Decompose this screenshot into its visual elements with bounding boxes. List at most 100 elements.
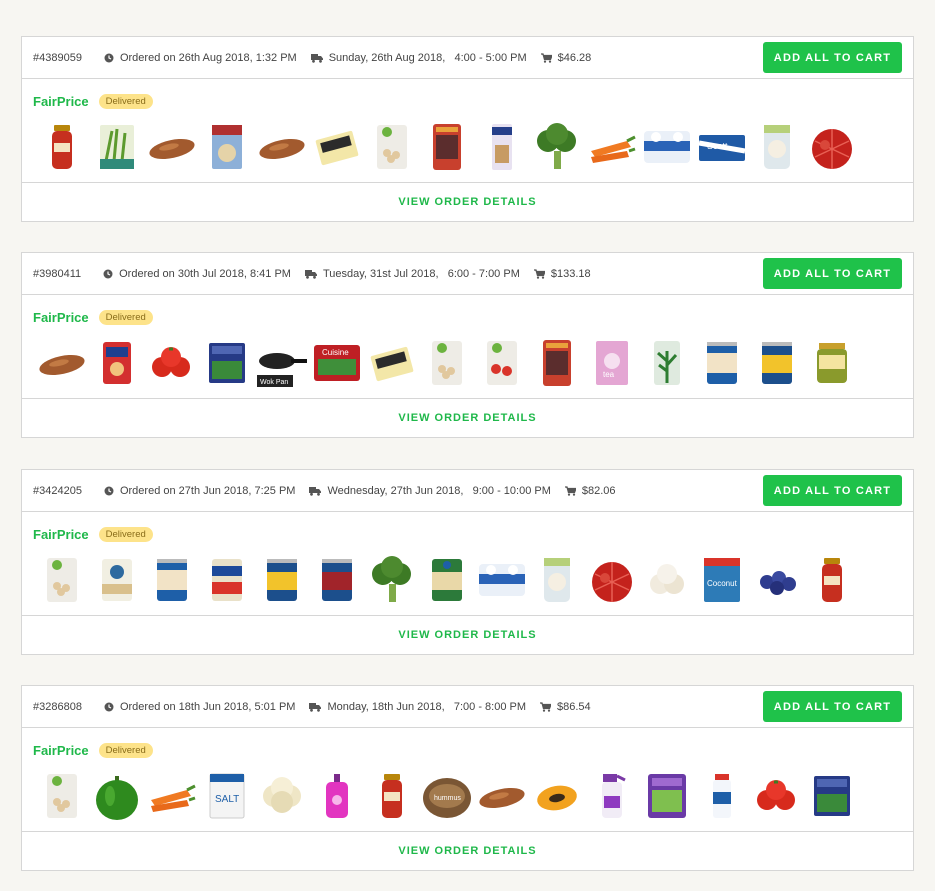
carrots-icon[interactable] [144, 768, 199, 823]
order-total-text: $86.54 [557, 700, 591, 713]
pasta-sauce-jar-icon[interactable] [804, 552, 859, 607]
order-card: #3980411 Ordered on 30th Jul 2018, 8:41 P… [21, 252, 914, 438]
garlic-bulbs-icon[interactable] [639, 552, 694, 607]
red-onion-net-icon[interactable] [804, 119, 859, 174]
delivery-slot-text: Wednesday, 27th Jun 2018, 9:00 - 10:00 P… [327, 484, 551, 497]
ordered-date-text: Ordered on 18th Jun 2018, 5:01 PM [119, 700, 296, 713]
delivery-slot: Wednesday, 27th Jun 2018, 9:00 - 10:00 P… [309, 484, 551, 497]
view-order-details-link[interactable]: VIEW ORDER DETAILS [22, 183, 913, 221]
delivery-slot-text: Monday, 18th Jun 2018, 7:00 - 8:00 PM [327, 700, 527, 713]
order-header: #3980411 Ordered on 30th Jul 2018, 8:41 P… [22, 253, 913, 295]
broccoli-icon[interactable] [364, 552, 419, 607]
order-header: #3424205 Ordered on 27th Jun 2018, 7:25 P… [22, 470, 913, 512]
view-order-details-link[interactable]: VIEW ORDER DETAILS [22, 399, 913, 437]
wok-pan-icon[interactable]: Wok Pan [254, 335, 309, 390]
chickpea-can-icon[interactable] [694, 335, 749, 390]
coconut-milk-box-icon[interactable]: Coconut [694, 552, 749, 607]
truck-icon [309, 702, 322, 712]
frozen-veg-bag-icon[interactable]: Cuisine [309, 335, 364, 390]
chickpea-pack-icon[interactable] [364, 119, 419, 174]
order-total-text: $46.28 [557, 51, 592, 64]
order-total: $86.54 [540, 701, 591, 713]
frozen-food-box-icon[interactable] [309, 119, 364, 174]
frozen-veg-purple-icon[interactable] [639, 768, 694, 823]
corn-can-icon[interactable] [254, 552, 309, 607]
cart-icon [564, 485, 576, 496]
ordered-date: Ordered on 26th Aug 2018, 1:32 PM [104, 52, 297, 64]
cereal-box-icon[interactable] [199, 119, 254, 174]
status-badge: Delivered [98, 742, 153, 758]
salt-shaker-icon[interactable] [694, 768, 749, 823]
add-all-to-cart-button[interactable]: ADD ALL TO CART [763, 258, 902, 289]
salt-bag-icon[interactable]: SALT [199, 768, 254, 823]
order-id: #3980411 [33, 267, 82, 280]
blueberries-icon[interactable] [749, 552, 804, 607]
add-all-to-cart-button[interactable]: ADD ALL TO CART [763, 691, 902, 722]
chickpea-pack-icon[interactable] [34, 768, 89, 823]
view-order-details-link[interactable]: VIEW ORDER DETAILS [22, 616, 913, 654]
snack-bag-icon[interactable] [529, 335, 584, 390]
order-card: #3286808 Ordered on 18th Jun 2018, 5:01 P… [21, 685, 914, 871]
papaya-icon[interactable] [529, 768, 584, 823]
add-all-to-cart-button[interactable]: ADD ALL TO CART [763, 42, 902, 73]
hand-soap-icon[interactable] [309, 768, 364, 823]
sweet-potato-icon[interactable] [144, 119, 199, 174]
chickpea-pack-icon[interactable] [34, 552, 89, 607]
delivery-slot: Tuesday, 31st Jul 2018, 6:00 - 7:00 PM [304, 268, 520, 280]
beans-can-icon[interactable] [89, 552, 144, 607]
garlic-pack-icon[interactable] [529, 552, 584, 607]
scott-tissue-icon[interactable]: Scott [694, 119, 749, 174]
paper-towels-icon[interactable] [474, 552, 529, 607]
svg-text:Cuisine: Cuisine [322, 348, 349, 357]
pasta-sauce-jar-icon[interactable] [34, 119, 89, 174]
hummus-tub-icon[interactable]: hummus [419, 768, 474, 823]
sweet-potato-icon[interactable] [474, 768, 529, 823]
chickpea-can-green-icon[interactable] [419, 552, 474, 607]
frozen-spinach-icon[interactable] [804, 768, 859, 823]
spray-cleaner-icon[interactable] [584, 768, 639, 823]
svg-text:hummus: hummus [434, 795, 461, 802]
biscuit-pack-icon[interactable] [474, 119, 529, 174]
snack-bag-red-icon[interactable] [89, 335, 144, 390]
order-id: #3424205 [33, 484, 82, 497]
tomatoes-icon[interactable] [749, 768, 804, 823]
view-order-details-link[interactable]: VIEW ORDER DETAILS [22, 832, 913, 870]
herb-pack-icon[interactable] [639, 335, 694, 390]
tomato-pack-icon[interactable] [474, 335, 529, 390]
corn-can-icon[interactable] [749, 335, 804, 390]
spring-onion-pack-icon[interactable] [89, 119, 144, 174]
frozen-food-box-icon[interactable] [364, 335, 419, 390]
tomatoes-icon[interactable] [144, 335, 199, 390]
cauliflower-icon[interactable] [254, 768, 309, 823]
order-items: Scott [22, 111, 913, 183]
clock-icon [103, 269, 113, 279]
chickpea-can-icon[interactable] [144, 552, 199, 607]
order-total: $133.18 [533, 268, 591, 280]
svg-text:Wok Pan: Wok Pan [260, 379, 288, 386]
pasta-sauce-jar-icon[interactable] [364, 768, 419, 823]
delivery-slot-text: Sunday, 26th Aug 2018, 4:00 - 5:00 PM [328, 51, 527, 64]
red-onion-net-icon[interactable] [584, 552, 639, 607]
cart-icon [533, 268, 545, 279]
order-total: $82.06 [564, 485, 616, 497]
sweet-potato-icon[interactable] [254, 119, 309, 174]
chickpea-pack-icon[interactable] [419, 335, 474, 390]
order-items: Wok Pan Cuisine tea [22, 327, 913, 399]
order-card: #4389059 Ordered on 26th Aug 2018, 1:32 P… [21, 36, 914, 222]
green-pepper-icon[interactable] [89, 768, 144, 823]
ordered-date-text: Ordered on 30th Jul 2018, 8:41 PM [119, 267, 291, 280]
svg-text:SALT: SALT [215, 794, 239, 805]
snack-bag-icon[interactable] [419, 119, 474, 174]
olive-jar-icon[interactable] [804, 335, 859, 390]
garlic-pack-icon[interactable] [749, 119, 804, 174]
sweet-potato-icon[interactable] [34, 335, 89, 390]
broccoli-icon[interactable] [529, 119, 584, 174]
paper-towels-icon[interactable] [639, 119, 694, 174]
carrots-icon[interactable] [584, 119, 639, 174]
add-all-to-cart-button[interactable]: ADD ALL TO CART [763, 475, 902, 506]
order-card: #3424205 Ordered on 27th Jun 2018, 7:25 P… [21, 469, 914, 655]
pink-tea-box-icon[interactable]: tea [584, 335, 639, 390]
baked-beans-can-icon[interactable] [199, 552, 254, 607]
kidney-beans-can-icon[interactable] [309, 552, 364, 607]
frozen-spinach-icon[interactable] [199, 335, 254, 390]
